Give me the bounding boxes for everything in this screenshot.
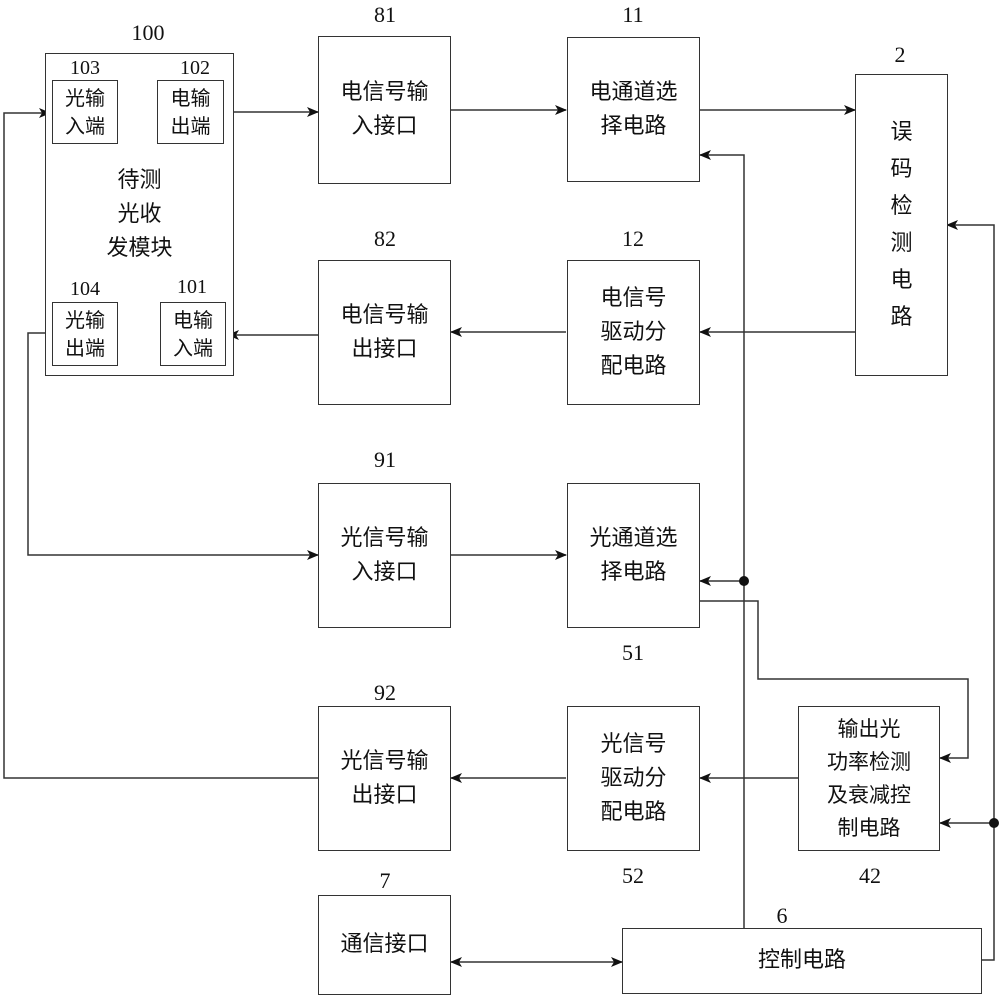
- electrical-output-port-label: 电输 出端: [170, 86, 211, 138]
- optical-input-port[interactable]: 光输 入端: [52, 80, 118, 144]
- optical-power-attenuation-label: 输出光 功率检测 及衰减控 制电路: [827, 716, 911, 840]
- electrical-input-port[interactable]: 电输 入端: [160, 302, 226, 366]
- label-11: 11: [622, 2, 644, 27]
- optical-power-attenuation-block[interactable]: 输出光 功率检测 及衰减控 制电路: [798, 706, 940, 851]
- electrical-output-interface-label: 电信号输 出接口: [340, 302, 429, 362]
- control-circuit-block[interactable]: 控制电路: [622, 928, 982, 994]
- electrical-channel-select-label: 电通道选 择电路: [589, 79, 678, 139]
- label-103: 103: [70, 57, 100, 79]
- optical-input-port-label: 光输 入端: [65, 86, 105, 138]
- electrical-input-interface-label: 电信号输 入接口: [340, 80, 429, 139]
- optical-input-interface-label: 光信号输 入接口: [340, 525, 429, 585]
- label-7: 7: [379, 868, 391, 893]
- communication-interface-block[interactable]: 通信接口: [318, 895, 451, 995]
- transceiver-module-label: 待测 光收 发模块: [106, 167, 173, 261]
- optical-output-port-label: 光输 出端: [65, 308, 105, 360]
- label-6: 6: [776, 903, 788, 928]
- label-81: 81: [374, 2, 396, 27]
- label-100: 100: [131, 20, 165, 45]
- label-2: 2: [894, 42, 906, 67]
- junction-dot: [989, 818, 999, 828]
- optical-driver-label: 光信号 驱动分 配电路: [600, 731, 667, 825]
- optical-input-interface-block[interactable]: 光信号输 入接口: [318, 483, 451, 628]
- label-42: 42: [859, 863, 881, 888]
- optical-channel-select-block[interactable]: 光通道选 择电路: [567, 483, 700, 628]
- wire-6-to-11: [699, 150, 745, 928]
- optical-output-interface-label: 光信号输 出接口: [340, 748, 429, 808]
- label-104: 104: [70, 278, 100, 300]
- optical-channel-select-label: 光通道选 择电路: [589, 525, 678, 585]
- electrical-driver-block[interactable]: 电信号 驱动分 配电路: [567, 260, 700, 405]
- control-circuit-label: 控制电路: [757, 948, 846, 973]
- electrical-input-port-label: 电输 入端: [173, 308, 213, 360]
- electrical-driver-label: 电信号 驱动分 配电路: [600, 285, 667, 379]
- wire-6-to-2: [946, 220, 995, 961]
- label-82: 82: [374, 226, 396, 251]
- optical-output-interface-block[interactable]: 光信号输 出接口: [318, 706, 451, 851]
- label-52: 52: [622, 863, 644, 888]
- label-12: 12: [622, 226, 644, 251]
- bit-error-detection-label: 误 码 检 测 电 路: [890, 120, 913, 330]
- bit-error-detection-block[interactable]: 误 码 检 测 电 路: [855, 74, 948, 376]
- optical-output-port[interactable]: 光输 出端: [52, 302, 118, 366]
- optical-driver-block[interactable]: 光信号 驱动分 配电路: [567, 706, 700, 851]
- electrical-channel-select-block[interactable]: 电通道选 择电路: [567, 37, 700, 182]
- label-101: 101: [177, 276, 207, 298]
- electrical-output-interface-block[interactable]: 电信号输 出接口: [318, 260, 451, 405]
- label-51: 51: [622, 640, 644, 665]
- electrical-input-interface-block[interactable]: 电信号输 入接口: [318, 36, 451, 184]
- label-92: 92: [374, 680, 396, 705]
- electrical-output-port[interactable]: 电输 出端: [157, 80, 224, 144]
- label-102: 102: [180, 57, 210, 79]
- communication-interface-label: 通信接口: [340, 932, 429, 957]
- junction-dot: [739, 576, 749, 586]
- label-91: 91: [374, 447, 396, 472]
